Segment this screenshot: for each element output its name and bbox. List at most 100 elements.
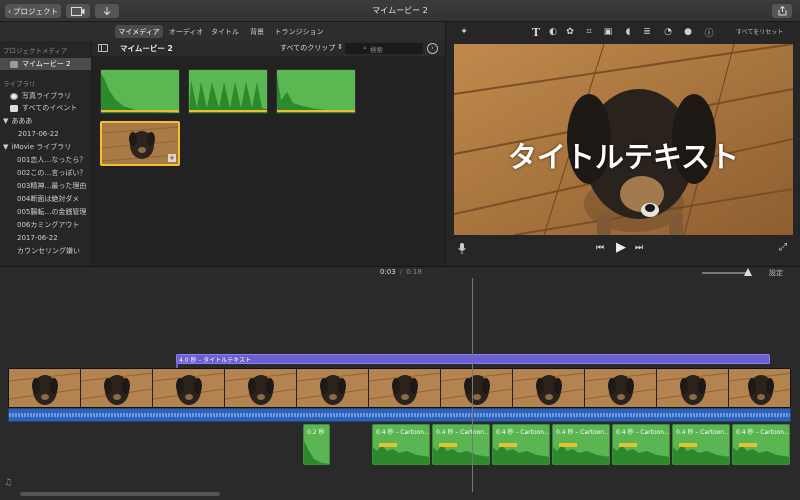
stabilization-icon[interactable]: ▣ — [602, 26, 614, 38]
sidebar-item-event[interactable]: 001恋人…なったら？ — [0, 154, 91, 166]
video-audio-track[interactable] — [8, 408, 791, 422]
sidebar-item-label: マイムービー 2 — [22, 60, 71, 68]
volume-icon[interactable]: ◖ — [622, 26, 634, 38]
sound-effect-clip[interactable]: 0.4 秒 – Cartoon… — [612, 424, 670, 465]
video-clip[interactable] — [8, 368, 791, 408]
download-button[interactable] — [95, 4, 119, 18]
tab-titles[interactable]: タイトル — [209, 25, 241, 38]
fullscreen-icon[interactable]: ⤢ — [779, 242, 787, 253]
tab-backgrounds[interactable]: 背景 — [244, 25, 270, 38]
horizontal-scrollbar[interactable] — [20, 492, 220, 496]
speed-icon[interactable]: ◔ — [662, 26, 674, 38]
sound-effect-clip[interactable]: 0.4 秒 – Cartoon… — [432, 424, 490, 465]
clip-filter-value: すべてのクリップ — [280, 44, 336, 52]
waveform-graphic — [101, 74, 179, 113]
sidebar-item-event[interactable]: 004断面は絶対ダメ — [0, 193, 91, 205]
audio-waveform — [733, 443, 789, 464]
sidebar-item-all-events[interactable]: すべてのイベント — [0, 102, 91, 114]
audio-waveform — [553, 443, 609, 464]
tab-transitions[interactable]: トランジション — [273, 25, 325, 38]
library-sidebar: プロジェクトメディア マイムービー 2 ライブラリ 写真ライブラリ すべてのイベ… — [0, 41, 92, 266]
add-to-timeline-icon[interactable]: + — [168, 154, 176, 162]
zoom-slider-track[interactable] — [702, 272, 750, 274]
disclosure-triangle-icon: ▼ — [3, 143, 9, 151]
total-time: 0:18 — [406, 268, 422, 276]
dog-frame-image — [657, 369, 728, 407]
title-clip-label: 4.0 秒 – タイトルテキスト — [179, 357, 252, 364]
play-icon[interactable]: ▶ — [616, 240, 626, 255]
project-film-icon — [10, 60, 18, 68]
sidebar-item-project[interactable]: マイムービー 2 — [0, 58, 91, 70]
sidebar-item-label: iMovie ライブラリ — [11, 143, 72, 151]
sound-effect-clip[interactable]: 0.4 秒 – Cartoon… — [492, 424, 550, 465]
microphone-icon[interactable] — [458, 243, 466, 254]
audio-clip-thumbnail[interactable] — [188, 69, 268, 114]
sound-effect-clip[interactable]: 0.4 秒 – Cartoon… — [732, 424, 790, 465]
sidebar-item-photos-library[interactable]: 写真ライブラリ — [0, 90, 91, 102]
sound-effect-clip[interactable]: 0.4 秒 – Cartoon… — [672, 424, 730, 465]
star-icon — [10, 104, 18, 112]
sidebar-item-event[interactable]: 2017-06-22 — [0, 232, 91, 244]
share-button[interactable] — [772, 4, 792, 18]
search-icon: ⌕ — [363, 44, 367, 52]
text-format-icon[interactable]: T — [530, 26, 542, 39]
waveform-graphic — [189, 80, 267, 113]
dog-frame-image — [225, 369, 296, 407]
music-note-icon: ♫ — [4, 478, 13, 488]
audio-waveform — [613, 443, 669, 464]
browser-title: マイムービー 2 — [120, 44, 173, 53]
video-frame — [441, 369, 513, 407]
timeline: 4.0 秒 – タイトルテキスト 0.2 秒 0.4 秒 – Cartoon… … — [0, 278, 800, 500]
reset-all-button[interactable]: すべてをリセット — [736, 27, 783, 36]
skip-back-icon[interactable]: ⏮ — [596, 243, 604, 253]
color-balance-icon[interactable]: ◐ — [547, 26, 559, 38]
playhead[interactable] — [472, 278, 473, 492]
timeline-settings-button[interactable]: 設定 — [769, 268, 783, 278]
sidebar-item-event[interactable]: 002この…言っぽい？ — [0, 167, 91, 179]
projects-button[interactable]: ‹ プロジェクト — [5, 4, 61, 18]
title-text-overlay[interactable]: タイトルテキスト — [454, 134, 793, 176]
video-clip-thumbnail[interactable]: + — [100, 121, 180, 166]
sidebar-imovie-library[interactable]: ▼ iMovie ライブラリ — [0, 141, 91, 153]
sound-effect-label: 0.4 秒 – Cartoon… — [436, 429, 490, 436]
timeline-header: 0:03 / 0:18 設定 — [0, 266, 800, 278]
sidebar-item-event[interactable]: 2017-06-22 — [0, 128, 91, 140]
tab-my-media[interactable]: マイメディア — [115, 25, 163, 38]
audio-clip-thumbnail[interactable] — [100, 69, 180, 114]
sidebar-item-label: 写真ライブラリ — [22, 92, 71, 100]
equalizer-icon[interactable]: ≣ — [641, 26, 653, 38]
sidebar-item-event[interactable]: 003精神…最った理由 — [0, 180, 91, 192]
sidebar-item-event[interactable]: 006カミングアウト — [0, 219, 91, 231]
sidebar-item-event[interactable]: 005腸転…の金銭管理 — [0, 206, 91, 218]
time-separator: / — [399, 268, 403, 276]
dog-frame-image — [9, 369, 80, 407]
import-media-button[interactable] — [66, 4, 90, 18]
title-clip[interactable]: 4.0 秒 – タイトルテキスト — [176, 354, 770, 364]
magic-wand-icon[interactable]: ✦ — [458, 26, 470, 38]
sound-effect-clip[interactable]: 0.4 秒 – Cartoon… — [372, 424, 430, 465]
audio-clip-thumbnail[interactable] — [276, 69, 356, 114]
sound-effect-label: 0.4 秒 – Cartoon… — [616, 429, 670, 436]
browser-header: マイムービー 2 すべてのクリップ ⇕ ⌕ 検索 › — [92, 41, 445, 56]
skip-forward-icon[interactable]: ⏭ — [635, 243, 643, 253]
sidebar-item-event[interactable]: カウンセリング嫌い — [0, 245, 91, 257]
color-palette-icon[interactable]: ✿ — [564, 26, 576, 38]
audio-waveform — [673, 443, 729, 464]
audio-waveform — [493, 443, 549, 464]
info-icon[interactable]: ⓘ — [703, 26, 715, 39]
sound-effect-clip[interactable]: 0.2 秒 — [303, 424, 330, 465]
dog-frame-image — [729, 369, 790, 407]
search-placeholder: 検索 — [369, 45, 383, 54]
clip-filter-select[interactable]: すべてのクリップ ⇕ — [280, 43, 343, 53]
sidebar-toggle-icon[interactable] — [98, 44, 108, 52]
timecode-display: 0:03 / 0:18 — [380, 268, 422, 276]
search-field[interactable]: ⌕ 検索 — [345, 43, 423, 54]
zoom-slider-thumb[interactable] — [744, 268, 752, 276]
crop-icon[interactable]: ⌗ — [583, 26, 595, 38]
dog-frame-image — [153, 369, 224, 407]
browser-settings-icon[interactable]: › — [427, 43, 438, 54]
sound-effect-clip[interactable]: 0.4 秒 – Cartoon… — [552, 424, 610, 465]
filter-icon[interactable]: ● — [682, 26, 694, 38]
sidebar-library-ahh[interactable]: ▼ あああ — [0, 115, 91, 127]
tab-audio[interactable]: オーディオ — [166, 25, 206, 38]
